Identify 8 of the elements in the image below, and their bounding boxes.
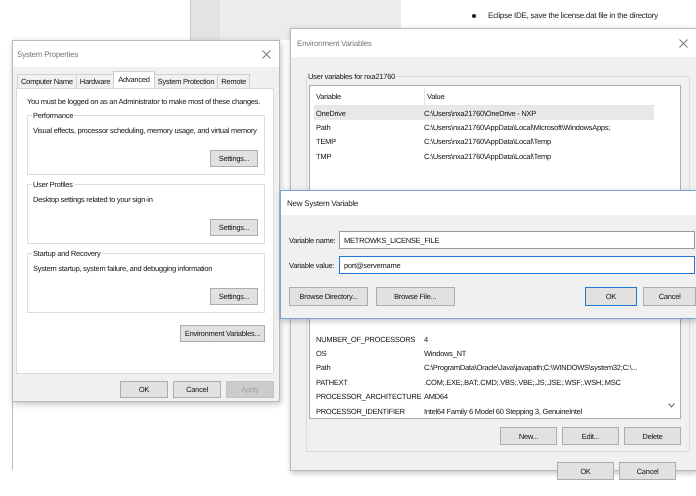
close-icon[interactable] [679,38,688,48]
close-icon[interactable] [262,50,271,58]
bullet-icon [472,14,476,18]
window-title: New System Variable [287,198,358,208]
document-text: Eclipse IDE, save the license.dat file in the directory [488,11,658,20]
window-title: Environment Variables [297,38,372,48]
window-title: System Properties [17,50,78,58]
scroll-down-icon[interactable] [668,403,675,408]
